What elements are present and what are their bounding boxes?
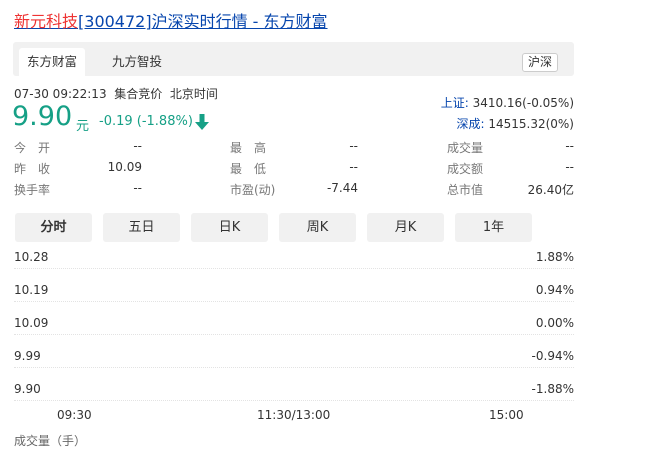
stat-label: 成交量 <box>447 141 484 155</box>
grid-line <box>14 268 574 269</box>
stat-value: -- <box>565 139 574 153</box>
stat-label: 换手率 <box>14 183 51 197</box>
quote-status: 集合竞价 <box>114 87 163 101</box>
stat-label: 成交额 <box>447 162 484 176</box>
stock-name[interactable]: 新元科技 <box>14 12 78 31</box>
index-shanghai-value: 3410.16(-0.05%) <box>472 96 574 110</box>
index-shanghai: 上证: 3410.16(-0.05%) <box>441 94 574 111</box>
period-button-1year[interactable]: 1年 <box>455 213 532 242</box>
y-tick-price: 10.09 <box>14 316 49 330</box>
source-tab-bar: 东方财富 九方智投 沪深 <box>13 42 574 76</box>
grid-line <box>14 400 574 401</box>
index-shenzhen-label[interactable]: 深成: <box>456 117 484 131</box>
x-tick-label: 09:30 <box>57 408 92 422</box>
period-button-5day[interactable]: 五日 <box>103 213 180 242</box>
stat-value: -- <box>349 139 358 153</box>
y-tick-price: 9.90 <box>14 382 41 396</box>
stock-code[interactable]: [300472] <box>78 12 152 31</box>
tab-eastmoney[interactable]: 东方财富 <box>19 48 86 76</box>
stat-label: 总市值 <box>447 183 484 197</box>
quote-datetime: 07-30 09:22:13 <box>14 87 107 101</box>
index-shenzhen: 深成: 14515.32(0%) <box>456 115 574 132</box>
stat-label: 市盈(动) <box>230 183 276 197</box>
quote-meta: 07-30 09:22:13 集合竞价 北京时间 <box>14 85 218 102</box>
y-tick-percent: 1.88% <box>535 250 574 264</box>
index-shanghai-label[interactable]: 上证: <box>441 96 469 110</box>
stat-label: 今 开 <box>14 141 51 155</box>
y-tick-price: 10.28 <box>14 250 49 264</box>
stat-value: 10.09 <box>107 160 142 174</box>
stat-value: -7.44 <box>326 181 358 195</box>
price-change: -0.19 (-1.88%) <box>99 114 193 129</box>
price-unit: 元 <box>76 119 90 134</box>
quote-timezone: 北京时间 <box>169 87 218 101</box>
current-price: 9.90 <box>12 101 73 132</box>
stat-value: -- <box>349 160 358 174</box>
stat-value: -- <box>133 181 142 195</box>
grid-line <box>14 334 574 335</box>
grid-line <box>14 367 574 368</box>
grid-line <box>14 301 574 302</box>
stat-label: 最 低 <box>230 162 267 176</box>
y-tick-price: 10.19 <box>14 283 49 297</box>
tab-jiufang[interactable]: 九方智投 <box>104 48 170 76</box>
market-badge: 沪深 <box>521 53 558 72</box>
y-tick-percent: 0.00% <box>535 316 574 330</box>
stat-value: -- <box>133 139 142 153</box>
stat-label: 最 高 <box>230 141 267 155</box>
period-button-intraday[interactable]: 分时 <box>15 213 92 242</box>
y-tick-percent: -1.88% <box>531 382 574 396</box>
arrow-down-icon <box>195 114 209 130</box>
x-tick-label: 15:00 <box>489 408 524 422</box>
period-button-monthly[interactable]: 月K <box>367 213 444 242</box>
title-suffix[interactable]: 沪深实时行情 - 东方财富 <box>152 12 328 31</box>
y-tick-percent: 0.94% <box>535 283 574 297</box>
stat-value: -- <box>565 160 574 174</box>
stat-value: 26.40亿 <box>527 183 574 197</box>
page-title-link[interactable]: 新元科技[300472]沪深实时行情 - 东方财富 <box>14 8 328 32</box>
x-tick-label: 11:30/13:00 <box>257 408 331 422</box>
volume-label: 成交量（手） <box>14 434 87 448</box>
period-button-daily[interactable]: 日K <box>191 213 268 242</box>
index-shenzhen-value: 14515.32(0%) <box>488 117 574 131</box>
y-tick-price: 9.99 <box>14 349 41 363</box>
y-tick-percent: -0.94% <box>531 349 574 363</box>
stat-label: 昨 收 <box>14 162 51 176</box>
period-button-weekly[interactable]: 周K <box>279 213 356 242</box>
